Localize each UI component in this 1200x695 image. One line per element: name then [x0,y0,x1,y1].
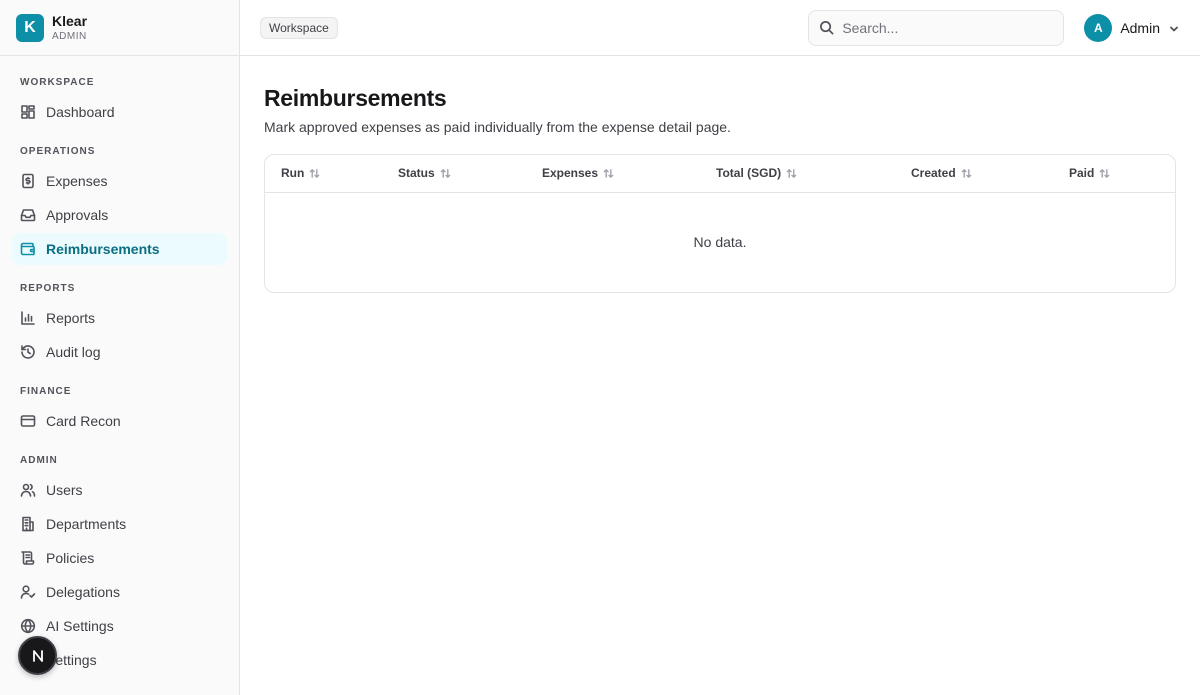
sidebar-item-audit-log[interactable]: Audit log [12,336,227,368]
sidebar-item-label: AI Settings [46,618,114,634]
column-header-expenses[interactable]: Expenses [526,155,700,192]
column-header-label: Created [911,166,956,181]
nav-group-label: ADMIN [20,455,58,466]
nav-group-label: OPERATIONS [20,146,96,157]
sidebar-item-policies[interactable]: Policies [12,542,227,574]
search-icon [820,21,834,35]
page-title: Reimbursements [264,85,447,111]
nav-group-label: FINANCE [20,386,72,397]
history-icon [20,344,36,360]
sidebar-item-departments[interactable]: Departments [12,508,227,540]
wallet-icon [20,241,36,257]
avatar: A [1084,13,1113,42]
sidebar-item-expenses[interactable]: Expenses [12,165,227,197]
sidebar-item-users[interactable]: Users [12,474,227,506]
sidebar-item-label: Delegations [46,584,120,600]
sidebar: K Klear ADMIN WORKSPACE Dashboard OPERATIO… [0,0,240,695]
empty-state-text: No data. [693,234,747,251]
main-area: Workspace A Admin Reimbursements Mark ap… [240,0,1200,695]
nav-group-operations: OPERATIONS Expenses Approvals Reimbursement… [12,139,227,265]
globe-icon [20,618,36,634]
bar-chart-icon [20,310,36,326]
n-logo-icon [32,649,43,662]
sidebar-item-label: Dashboard [46,104,115,120]
sidebar-item-label: Departments [46,516,127,532]
column-header-label: Total (SGD) [716,166,782,181]
sort-arrows-icon[interactable] [440,168,451,179]
user-name: Admin [1120,19,1160,36]
column-header-run[interactable]: Run [265,155,382,192]
column-header-label: Expenses [542,166,599,181]
users-icon [20,482,36,498]
user-check-icon [20,584,36,600]
sidebar-item-dashboard[interactable]: Dashboard [12,96,227,128]
dashboard-icon [20,104,36,120]
sidebar-item-label: Policies [46,550,95,566]
sidebar-item-reimbursements[interactable]: Reimbursements [12,233,227,265]
column-header-created[interactable]: Created [895,155,1053,192]
search-box[interactable] [808,9,1065,46]
nav-group-reports: REPORTS Reports Audit log [12,276,227,368]
sidebar-item-label: Reports [46,310,96,326]
sidebar-nav: WORKSPACE Dashboard OPERATIONS Expenses Appr… [0,56,239,687]
sidebar-item-label: Audit log [46,344,101,360]
nav-group-workspace: WORKSPACE Dashboard [12,70,227,128]
column-header-label: Status [398,166,435,181]
brand[interactable]: K Klear ADMIN [0,0,239,56]
credit-card-icon [20,413,36,429]
floating-action-button[interactable]: N [18,636,57,675]
workspace-badge[interactable]: Workspace [260,16,338,39]
sort-arrows-icon[interactable] [786,168,797,179]
column-header-total-sgd[interactable]: Total (SGD) [700,155,895,192]
column-header-label: Paid [1069,166,1095,181]
nav-group-label: WORKSPACE [20,77,95,88]
search-input[interactable] [842,19,1043,36]
sidebar-item-reports[interactable]: Reports [12,302,227,334]
brand-logo: K [16,13,44,42]
app-root: K Klear ADMIN WORKSPACE Dashboard OPERATIO… [0,0,1200,695]
sidebar-item-delegations[interactable]: Delegations [12,576,227,608]
page-description: Mark approved expenses as paid individua… [264,119,731,135]
sidebar-item-label: Expenses [46,173,108,189]
sidebar-item-approvals[interactable]: Approvals [12,199,227,231]
nav-group-finance: FINANCE Card Recon [12,379,227,437]
sidebar-item-label: Users [46,482,83,498]
inbox-icon [20,207,36,223]
table-header-row: Run Status Expenses Total (SGD) Created Paid [265,155,1175,192]
column-header-status[interactable]: Status [382,155,526,192]
building-icon [20,516,36,532]
sidebar-item-label: Card Recon [46,413,121,429]
column-header-label: Run [281,166,305,181]
receipt-icon [20,173,36,189]
sort-arrows-icon[interactable] [603,168,614,179]
sort-arrows-icon[interactable] [309,168,320,179]
reimbursements-table: Run Status Expenses Total (SGD) Created Paid … [264,154,1176,293]
chevron-down-icon [1168,22,1180,34]
table-empty-row: No data. [265,192,1175,292]
brand-name: Klear [52,12,88,29]
user-menu[interactable]: A Admin [1084,10,1180,46]
topbar: Workspace A Admin [240,0,1200,56]
sort-arrows-icon[interactable] [1099,168,1110,179]
brand-subtitle: ADMIN [52,30,87,42]
page-content: Reimbursements Mark approved expenses as… [240,56,1200,321]
column-header-paid[interactable]: Paid [1053,155,1175,192]
scroll-icon [20,550,36,566]
sidebar-item-label: Approvals [46,207,109,223]
sidebar-item-label: Reimbursements [46,241,160,257]
nav-group-label: REPORTS [20,283,76,294]
sidebar-item-card-recon[interactable]: Card Recon [12,405,227,437]
sort-arrows-icon[interactable] [961,168,972,179]
